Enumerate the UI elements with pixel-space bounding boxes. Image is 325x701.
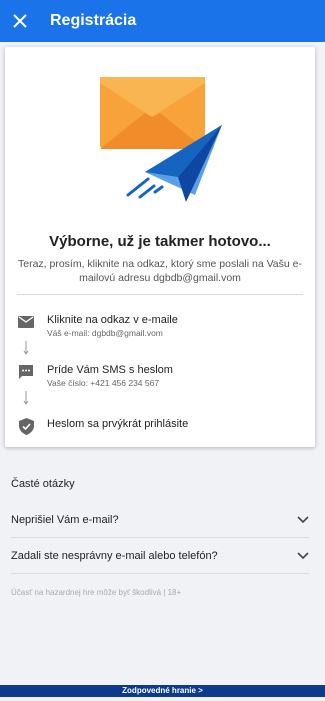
step-connector-arrow-icon bbox=[23, 391, 29, 405]
divider bbox=[17, 294, 303, 295]
faq-question: Zadali ste nesprávny e-mail alebo telefó… bbox=[11, 550, 218, 562]
faq-heading: Časté otázky bbox=[11, 478, 75, 490]
close-button[interactable] bbox=[0, 0, 40, 42]
email-sent-illustration bbox=[100, 77, 222, 202]
confirmation-card: Výborne, už je takmer hotovo... Teraz, p… bbox=[5, 47, 315, 447]
page-title: Registrácia bbox=[50, 12, 137, 29]
faq-question: Neprišiel Vám e-mail? bbox=[11, 514, 119, 526]
step-sms: Príde Vám SMS s heslom Vaše číslo: +421 … bbox=[17, 363, 307, 389]
step-login: Heslom sa prvýkrát prihlásite bbox=[17, 417, 307, 435]
confirmation-headline: Výborne, už je takmer hotovo... bbox=[49, 233, 271, 250]
faq-item-wrong-contact[interactable]: Zadali ste nesprávny e-mail alebo telefó… bbox=[11, 539, 309, 574]
confirmation-text: Teraz, prosím, kliknite na odkaz, ktorý … bbox=[17, 258, 302, 284]
step-title: Príde Vám SMS s heslom bbox=[47, 364, 173, 376]
gambling-warning: Účasť na hazardnej hre môže byť škodlivá… bbox=[11, 588, 182, 597]
step-connector-arrow-icon bbox=[23, 341, 29, 355]
step-subtitle: Vaše číslo: +421 456 234 567 bbox=[47, 378, 160, 388]
close-icon bbox=[13, 14, 27, 28]
step-subtitle: Váš e-mail: dgbdb@gmail.vom bbox=[47, 328, 163, 338]
faq-item-no-email[interactable]: Neprišiel Vám e-mail? bbox=[11, 503, 309, 538]
shield-check-icon bbox=[17, 417, 35, 435]
step-title: Heslom sa prvýkrát prihlásite bbox=[47, 418, 189, 430]
envelope-icon bbox=[17, 313, 35, 331]
step-title: Kliknite na odkaz v e-maile bbox=[47, 314, 178, 326]
chevron-down-icon bbox=[297, 552, 309, 560]
sms-icon bbox=[17, 363, 35, 381]
app-bar: Registrácia bbox=[0, 0, 325, 42]
chevron-down-icon bbox=[297, 516, 309, 524]
responsible-gaming-link[interactable]: Zodpovedné hranie > bbox=[0, 685, 325, 697]
step-email: Kliknite na odkaz v e-maile Váš e-mail: … bbox=[17, 313, 307, 339]
